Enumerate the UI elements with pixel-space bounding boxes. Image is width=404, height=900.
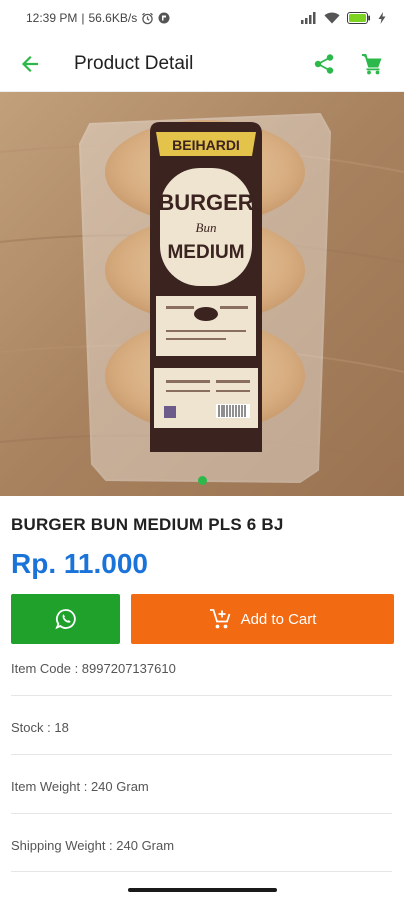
shopping-cart-icon bbox=[362, 53, 382, 74]
package-line2-text: Bun bbox=[196, 220, 217, 235]
divider bbox=[11, 695, 392, 696]
app-bar-actions bbox=[302, 42, 404, 86]
whatsapp-icon bbox=[54, 609, 76, 630]
cart-button[interactable] bbox=[350, 42, 394, 86]
signal-icon bbox=[301, 12, 317, 24]
alarm-icon bbox=[141, 12, 154, 25]
product-image[interactable]: BEIHARDI BURGER Bun MEDIUM bbox=[0, 92, 404, 496]
battery-icon bbox=[347, 12, 371, 24]
package-brand-text: BEIHARDI bbox=[172, 137, 240, 153]
product-price: Rp. 11.000 bbox=[11, 548, 148, 579]
wifi-icon bbox=[324, 12, 340, 24]
product-name: BURGER BUN MEDIUM PLS 6 BJ bbox=[11, 515, 284, 534]
divider bbox=[11, 754, 392, 755]
shipping-weight: Shipping Weight : 240 Gram bbox=[11, 838, 175, 853]
stock: Stock : 18 bbox=[11, 720, 69, 735]
app-notification-icon bbox=[158, 12, 170, 24]
package-line3-text: MEDIUM bbox=[167, 242, 244, 263]
add-to-cart-label: Add to Cart bbox=[240, 610, 317, 628]
status-speed: 56.6KB/s bbox=[88, 11, 138, 25]
item-weight: Item Weight : 240 Gram bbox=[11, 779, 149, 794]
share-button[interactable] bbox=[302, 42, 346, 86]
status-right bbox=[301, 12, 386, 24]
back-button[interactable] bbox=[0, 36, 60, 92]
status-bar: 12:39 PM | 56.6KB/s bbox=[0, 0, 404, 36]
divider bbox=[11, 871, 392, 872]
status-separator: | bbox=[81, 11, 85, 25]
image-pager bbox=[0, 476, 404, 485]
arrow-left-icon bbox=[21, 55, 39, 72]
product-photo-illustration: BEIHARDI BURGER Bun MEDIUM bbox=[0, 92, 404, 496]
status-time: 12:39 PM bbox=[26, 11, 78, 25]
page-title: Product Detail bbox=[74, 52, 194, 74]
app-bar: Product Detail bbox=[0, 36, 404, 92]
share-icon bbox=[314, 53, 334, 74]
item-code: Item Code : 8997207137610 bbox=[11, 661, 176, 676]
whatsapp-button[interactable] bbox=[11, 594, 120, 644]
status-left: 12:39 PM | 56.6KB/s bbox=[26, 11, 170, 25]
add-to-cart-icon bbox=[209, 609, 230, 629]
charging-icon bbox=[378, 12, 386, 24]
package-line1-text: BURGER bbox=[158, 190, 253, 215]
divider bbox=[11, 813, 392, 814]
home-indicator[interactable] bbox=[128, 888, 277, 892]
pager-dot-active[interactable] bbox=[197, 476, 207, 485]
add-to-cart-button[interactable]: Add to Cart bbox=[131, 594, 394, 644]
